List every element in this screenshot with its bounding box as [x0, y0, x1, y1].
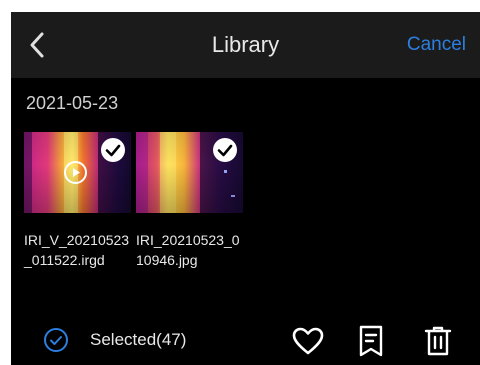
note-button[interactable]	[358, 324, 384, 358]
selected-count-label: Selected(47)	[90, 330, 187, 349]
selected-check-icon[interactable]	[101, 138, 125, 162]
date-group-label: 2021-05-23	[26, 93, 119, 113]
filename-label: IRI_20210523_010946.jpg	[136, 232, 240, 268]
filename-label: IRI_V_20210523_011522.irgd	[24, 232, 130, 268]
selected-check-icon[interactable]	[213, 138, 237, 162]
delete-button[interactable]	[424, 325, 452, 357]
library-screen: Library Cancel 2021-05-23 IRI_V_20210523…	[11, 12, 480, 365]
bottom-toolbar: Selected(47)	[11, 320, 480, 365]
play-icon	[64, 161, 87, 184]
note-icon	[359, 325, 383, 357]
trash-icon	[424, 326, 452, 356]
select-all-button[interactable]	[43, 327, 69, 353]
thumbnail-image[interactable]	[136, 132, 243, 213]
header-bar: Library Cancel	[11, 12, 480, 78]
thumbnail-video[interactable]	[24, 132, 131, 213]
heart-icon	[292, 327, 324, 355]
cancel-button[interactable]: Cancel	[407, 32, 466, 58]
check-circle-icon	[44, 328, 68, 352]
favorite-button[interactable]	[291, 326, 325, 356]
